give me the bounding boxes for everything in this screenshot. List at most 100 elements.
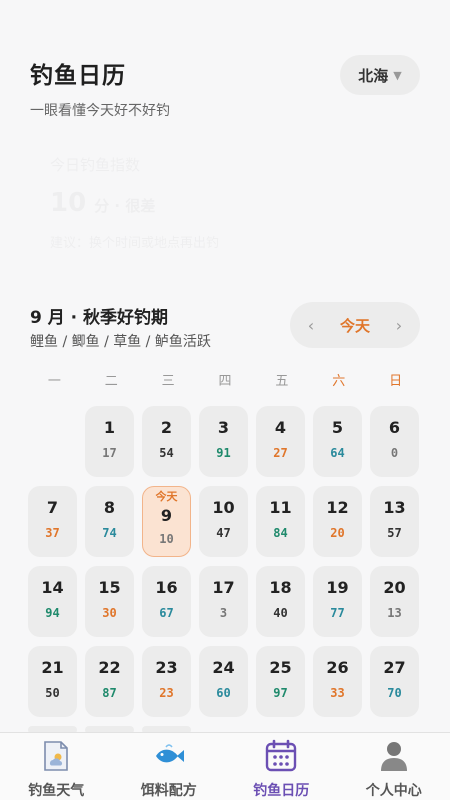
day-score: 20 [330,526,345,540]
tab-label: 饵料配方 [140,783,197,799]
calendar-day[interactable]: 13 57 [370,486,419,557]
day-number: 8 [103,498,116,517]
day-score: 97 [273,686,288,700]
day-score: 67 [159,606,174,620]
day-number: 22 [98,658,121,677]
calendar-day[interactable]: 8 74 [85,486,134,557]
calendar-day[interactable]: 23 23 [142,646,191,717]
today-index-value: 10 [50,188,86,218]
calendar-day[interactable]: 14 94 [28,566,77,637]
next-month-button[interactable]: › [392,316,406,335]
calendar-day[interactable]: 19 77 [313,566,362,637]
calendar-day[interactable]: 17 3 [199,566,248,637]
today-index-unit: 分 · 很差 [94,197,155,215]
weekday-label: 二 [104,374,118,389]
day-number: 18 [269,578,292,597]
day-score: 27 [273,446,288,460]
day-score: 50 [45,686,60,700]
today-button[interactable]: 今天 [340,315,370,336]
weekday-label: 日 [389,374,403,389]
day-score: 54 [159,446,174,460]
calendar-day[interactable]: 3 91 [199,406,248,477]
calendar-day[interactable]: 25 97 [256,646,305,717]
day-score: 33 [330,686,345,700]
today-index-score: 10 分 · 很差 [50,188,155,218]
day-score: 64 [330,446,345,460]
day-number: 7 [46,498,59,517]
day-score: 60 [216,686,231,700]
bottom-tab-bar: 钓鱼天气 饵料配方 钓鱼日历 个人中心 [0,732,450,800]
calendar-grid: 1 17 2 54 3 91 4 27 5 64 6 0 7 37 8 74 今天 9 10 10 47 11 84 12 20… [28,406,426,734]
day-score: 37 [45,526,60,540]
day-number: 5 [331,418,344,437]
page-title: 钓鱼日历 [30,63,126,89]
fish-icon [152,739,186,773]
calendar-day[interactable]: 7 37 [28,486,77,557]
calendar-day[interactable]: 26 33 [313,646,362,717]
tab-profile[interactable]: 个人中心 [338,733,450,800]
weekday-label: 五 [275,374,289,389]
day-score: 17 [102,446,117,460]
prev-month-button[interactable]: ‹ [304,316,318,335]
calendar-day[interactable]: 2 54 [142,406,191,477]
day-score: 40 [273,606,288,620]
weekday-label: 六 [332,374,346,389]
calendar-day[interactable]: 1 17 [85,406,134,477]
day-number: 9 [160,506,173,525]
weekday-label: 一 [47,374,61,389]
day-score: 23 [159,686,174,700]
day-score: 70 [387,686,402,700]
calendar-day[interactable]: 4 27 [256,406,305,477]
month-subtitle: 鲤鱼 / 鲫鱼 / 草鱼 / 鲈鱼活跃 [30,334,211,350]
day-number: 11 [269,498,292,517]
day-number: 6 [388,418,401,437]
calendar-day[interactable]: 22 87 [85,646,134,717]
calendar-day[interactable]: 24 60 [199,646,248,717]
day-number: 25 [269,658,292,677]
calendar-day[interactable]: 12 20 [313,486,362,557]
calendar-day[interactable]: 10 47 [199,486,248,557]
day-number: 15 [98,578,121,597]
month-title: 9 月 · 秋季好钓期 [30,308,169,328]
calendar-day[interactable]: 20 13 [370,566,419,637]
day-score: 91 [216,446,231,460]
today-index-advice: 建议：换个时间或地点再出钓 [50,232,219,251]
day-number: 4 [274,418,287,437]
tab-label: 钓鱼天气 [28,783,85,799]
today-index-card: 今日钓鱼指数 10 分 · 很差 建议：换个时间或地点再出钓 [30,140,420,265]
tab-bait[interactable]: 饵料配方 [113,733,226,800]
calendar-day[interactable]: 11 84 [256,486,305,557]
day-number: 13 [383,498,406,517]
day-number: 14 [41,578,64,597]
calendar-day[interactable]: 5 64 [313,406,362,477]
today-tag: 今天 [155,490,178,503]
caret-down-icon: ▼ [393,68,402,82]
day-number: 17 [212,578,235,597]
calendar-day[interactable]: 今天 9 10 [142,486,191,557]
weather-icon [39,739,73,773]
calendar-day[interactable]: 27 70 [370,646,419,717]
today-navigator: ‹ 今天 › [290,302,420,348]
day-number: 16 [155,578,178,597]
day-score: 77 [330,606,345,620]
day-number: 19 [326,578,349,597]
region-selector[interactable]: 北海 ▼ [340,55,420,95]
day-number: 10 [212,498,235,517]
day-score: 84 [273,526,288,540]
today-index-label: 今日钓鱼指数 [50,154,140,175]
day-score: 10 [159,532,174,546]
calendar-day[interactable]: 16 67 [142,566,191,637]
day-score: 94 [45,606,60,620]
day-number: 20 [383,578,406,597]
tab-calendar[interactable]: 钓鱼日历 [225,733,338,800]
calendar-icon [264,739,298,773]
calendar-day[interactable]: 18 40 [256,566,305,637]
day-number: 23 [155,658,178,677]
day-score: 13 [387,606,402,620]
calendar-day[interactable]: 15 30 [85,566,134,637]
tab-weather[interactable]: 钓鱼天气 [0,733,113,800]
day-number: 27 [383,658,406,677]
calendar-day[interactable]: 21 50 [28,646,77,717]
user-icon [377,739,411,773]
calendar-day[interactable]: 60 [370,406,419,477]
